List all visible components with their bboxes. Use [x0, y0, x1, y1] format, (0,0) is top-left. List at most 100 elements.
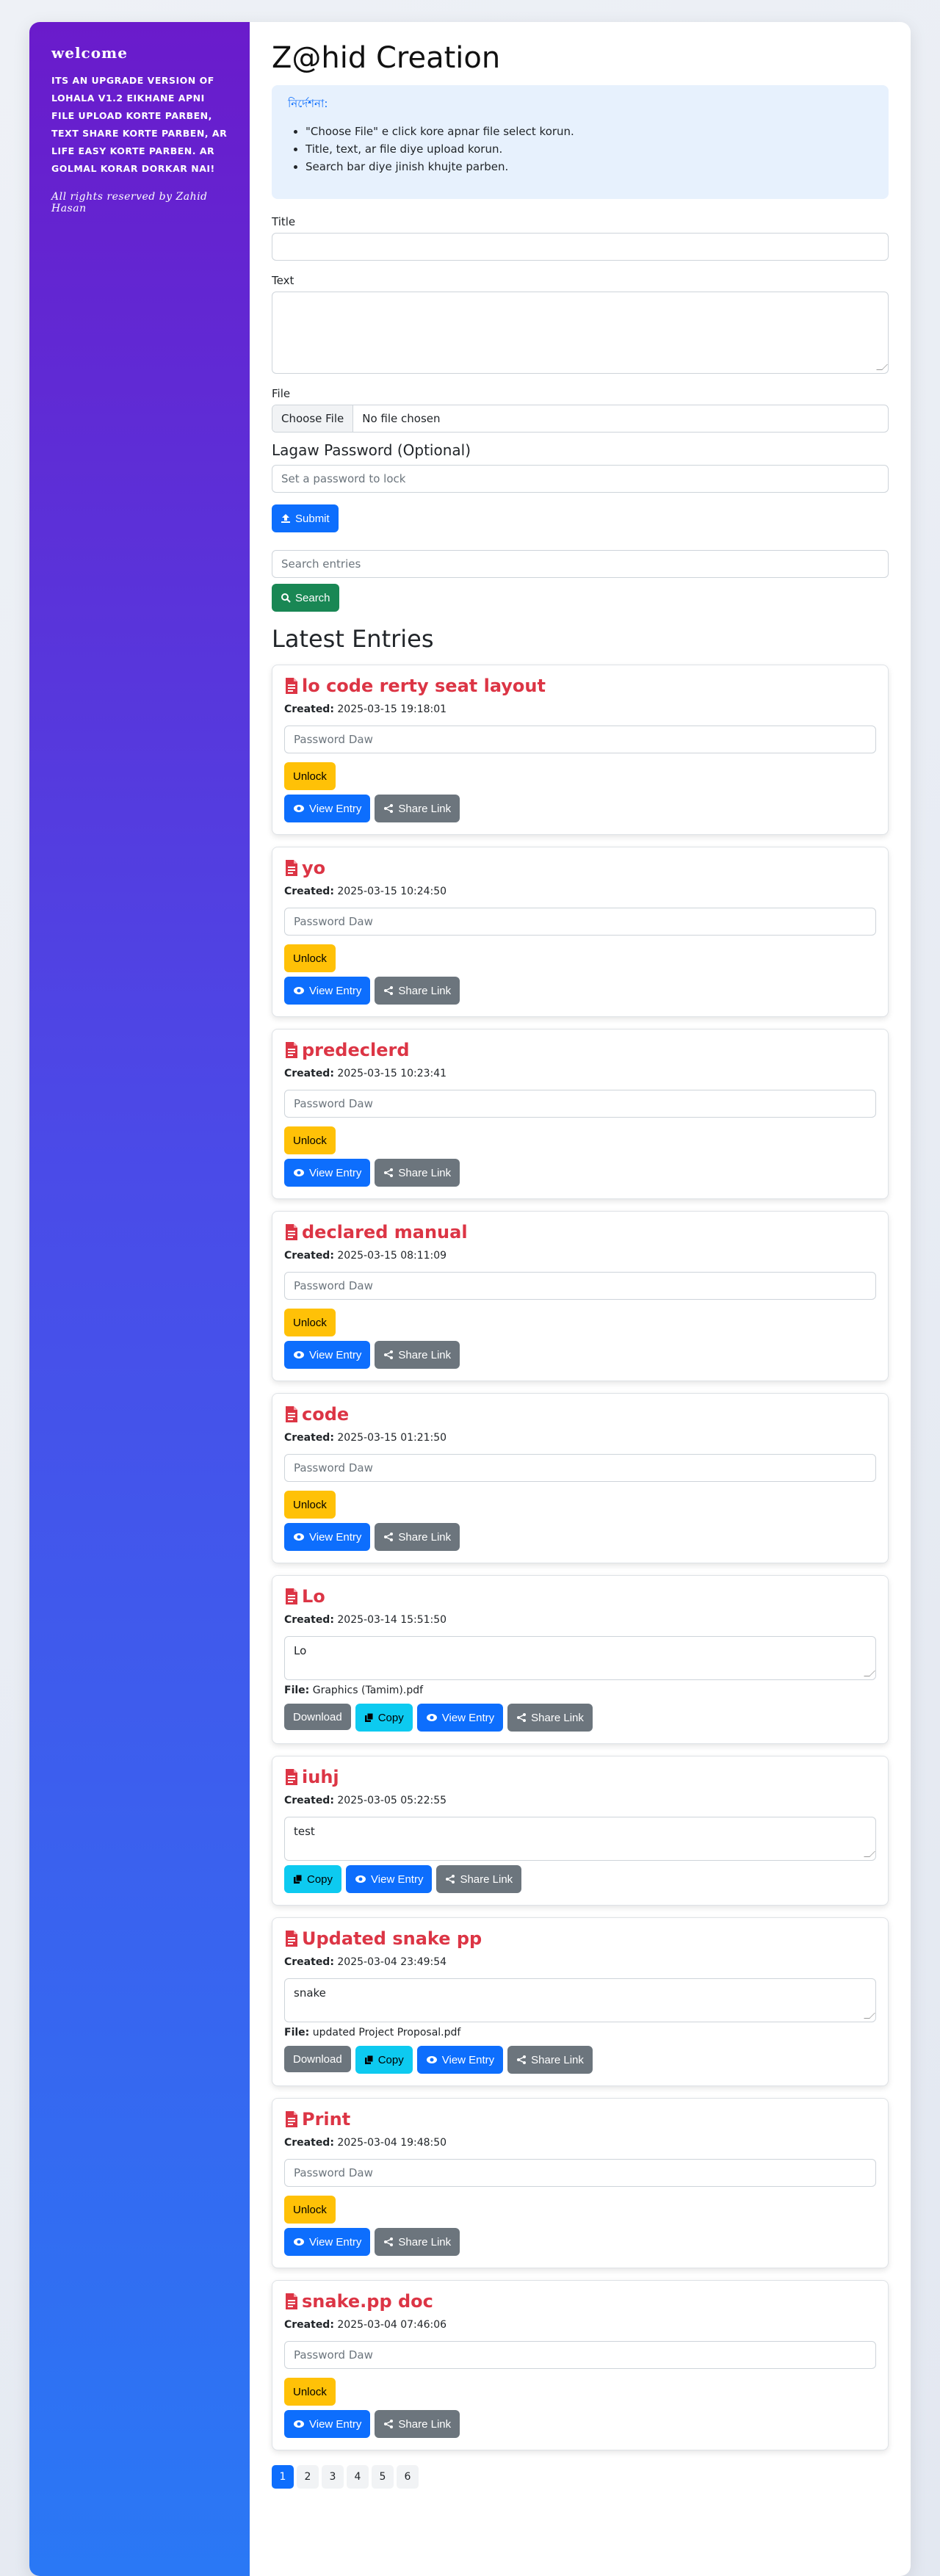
view-entry-button[interactable]: View Entry [284, 977, 371, 1005]
share-link-button[interactable]: Share Link [375, 795, 460, 822]
eye-icon [355, 1875, 366, 1883]
copy-button[interactable]: Copy [284, 1865, 342, 1893]
copy-button[interactable]: Copy [355, 1704, 413, 1732]
entry-password-input[interactable]: Password Daw [284, 908, 876, 936]
file-label: File [272, 387, 291, 400]
entry-card: lo code rerty seat layout Created: 2025-0… [272, 665, 889, 835]
entry-title[interactable]: Updated snake pp [284, 1928, 876, 1949]
entry-password-input[interactable]: Password Daw [284, 2341, 876, 2369]
file-icon [286, 860, 297, 876]
page-link-1[interactable]: 1 [272, 2465, 294, 2489]
page-link-2[interactable]: 2 [297, 2465, 319, 2489]
entry-text-area[interactable]: snake [284, 1978, 876, 2022]
created-label: Created: [284, 1956, 334, 1968]
share-link-button[interactable]: Share Link [375, 2228, 460, 2256]
view-entry-button[interactable]: View Entry [416, 2046, 504, 2074]
share-icon [384, 2237, 394, 2246]
view-entry-button[interactable]: View Entry [284, 1159, 371, 1187]
share-link-button[interactable]: Share Link [507, 1704, 593, 1732]
choose-file-button[interactable]: Choose File [272, 405, 354, 432]
share-link-button[interactable]: Share Link [507, 2046, 593, 2074]
entry-card: yo Created: 2025-03-15 10:24:50 Password D… [272, 847, 889, 1017]
eye-icon [294, 805, 304, 812]
title-input[interactable] [272, 233, 889, 261]
unlock-button[interactable]: Unlock [284, 2196, 336, 2224]
page-link-4[interactable]: 4 [347, 2465, 369, 2489]
password-input[interactable]: Set a password to lock [272, 465, 889, 493]
entry-title[interactable]: Print [284, 2109, 876, 2130]
entry-title[interactable]: lo code rerty seat layout [284, 676, 876, 696]
page-link-6[interactable]: 6 [397, 2465, 419, 2489]
unlock-button[interactable]: Unlock [284, 762, 336, 790]
entry-title[interactable]: snake.pp doc [284, 2291, 876, 2312]
entry-title[interactable]: yo [284, 858, 876, 878]
unlock-button[interactable]: Unlock [284, 1491, 336, 1519]
created-value: 2025-03-04 19:48:50 [337, 2137, 447, 2149]
view-entry-button[interactable]: View Entry [284, 2228, 371, 2256]
view-entry-button[interactable]: View Entry [284, 1341, 371, 1369]
text-input[interactable] [272, 292, 889, 374]
view-entry-button[interactable]: View Entry [284, 1523, 371, 1551]
share-link-button[interactable]: Share Link [375, 1159, 460, 1187]
view-entry-button[interactable]: View Entry [284, 795, 371, 822]
entry-password-input[interactable]: Password Daw [284, 1090, 876, 1118]
share-link-button[interactable]: Share Link [436, 1865, 522, 1893]
entry-password-input[interactable]: Password Daw [284, 726, 876, 753]
unlock-button[interactable]: Unlock [284, 2378, 336, 2406]
share-link-button[interactable]: Share Link [375, 2410, 460, 2438]
entry-text: test [294, 1825, 315, 1838]
page-link-3[interactable]: 3 [322, 2465, 344, 2489]
resize-handle[interactable] [876, 364, 888, 370]
copy-icon [364, 2055, 374, 2064]
entry-card: iuhj Created: 2025-03-05 05:22:55 test Copy… [272, 1756, 889, 1906]
search-icon [281, 593, 291, 603]
share-link-button[interactable]: Share Link [375, 1523, 460, 1551]
copy-label: Copy [377, 2053, 404, 2066]
unlock-button[interactable]: Unlock [284, 1309, 336, 1336]
download-button[interactable]: Download [284, 1704, 351, 1730]
file-name-text: No file chosen [362, 412, 441, 425]
copy-button[interactable]: Copy [355, 2046, 413, 2074]
entry-title[interactable]: code [284, 1404, 876, 1425]
entry-title[interactable]: predeclerd [284, 1040, 876, 1060]
entry-password-input[interactable]: Password Daw [284, 2159, 876, 2187]
submit-button[interactable]: Submit [272, 504, 339, 532]
entry-title-text: declared manual [302, 1222, 468, 1242]
entry-card: Print Created: 2025-03-04 19:48:50 Passwor… [272, 2098, 889, 2268]
share-link-label: Share Link [398, 1348, 452, 1361]
view-entry-button[interactable]: View Entry [284, 2410, 371, 2438]
created-value: 2025-03-15 08:11:09 [337, 1250, 447, 1262]
unlock-button[interactable]: Unlock [284, 1126, 336, 1154]
file-icon [286, 1224, 297, 1240]
file-input[interactable]: Choose File No file chosen [272, 405, 889, 433]
entry-file: File: updated Project Proposal.pdf [284, 2027, 876, 2038]
entry-password-input[interactable]: Password Daw [284, 1454, 876, 1482]
resize-handle[interactable] [864, 1671, 875, 1676]
sidebar-description: its an upgrade version of lohala v1.2 ei… [51, 75, 228, 174]
download-button[interactable]: Download [284, 2046, 351, 2072]
entry-title[interactable]: Lo [284, 1586, 876, 1607]
resize-handle[interactable] [864, 1851, 875, 1857]
entry-text-area[interactable]: test [284, 1817, 876, 1861]
download-label: Download [293, 2052, 342, 2066]
search-button[interactable]: Search [272, 584, 339, 612]
resize-handle[interactable] [864, 2013, 875, 2019]
unlock-button[interactable]: Unlock [284, 944, 336, 972]
view-entry-button[interactable]: View Entry [416, 1704, 504, 1732]
text-label: Text [272, 274, 294, 287]
file-icon [286, 678, 297, 694]
view-entry-label: View Entry [309, 2417, 362, 2431]
search-input[interactable]: Search entries [272, 550, 889, 578]
entry-created: Created: 2025-03-15 19:18:01 [284, 703, 876, 715]
entry-title[interactable]: declared manual [284, 1222, 876, 1242]
created-value: 2025-03-15 01:21:50 [337, 1432, 447, 1444]
entry-title-text: predeclerd [302, 1040, 410, 1060]
page-link-5[interactable]: 5 [372, 2465, 394, 2489]
entry-title[interactable]: iuhj [284, 1767, 876, 1787]
share-link-button[interactable]: Share Link [375, 977, 460, 1005]
view-entry-label: View Entry [309, 2235, 362, 2248]
entry-password-input[interactable]: Password Daw [284, 1272, 876, 1300]
share-link-button[interactable]: Share Link [375, 1341, 460, 1369]
view-entry-button[interactable]: View Entry [346, 1865, 433, 1893]
entry-text-area[interactable]: Lo [284, 1636, 876, 1680]
